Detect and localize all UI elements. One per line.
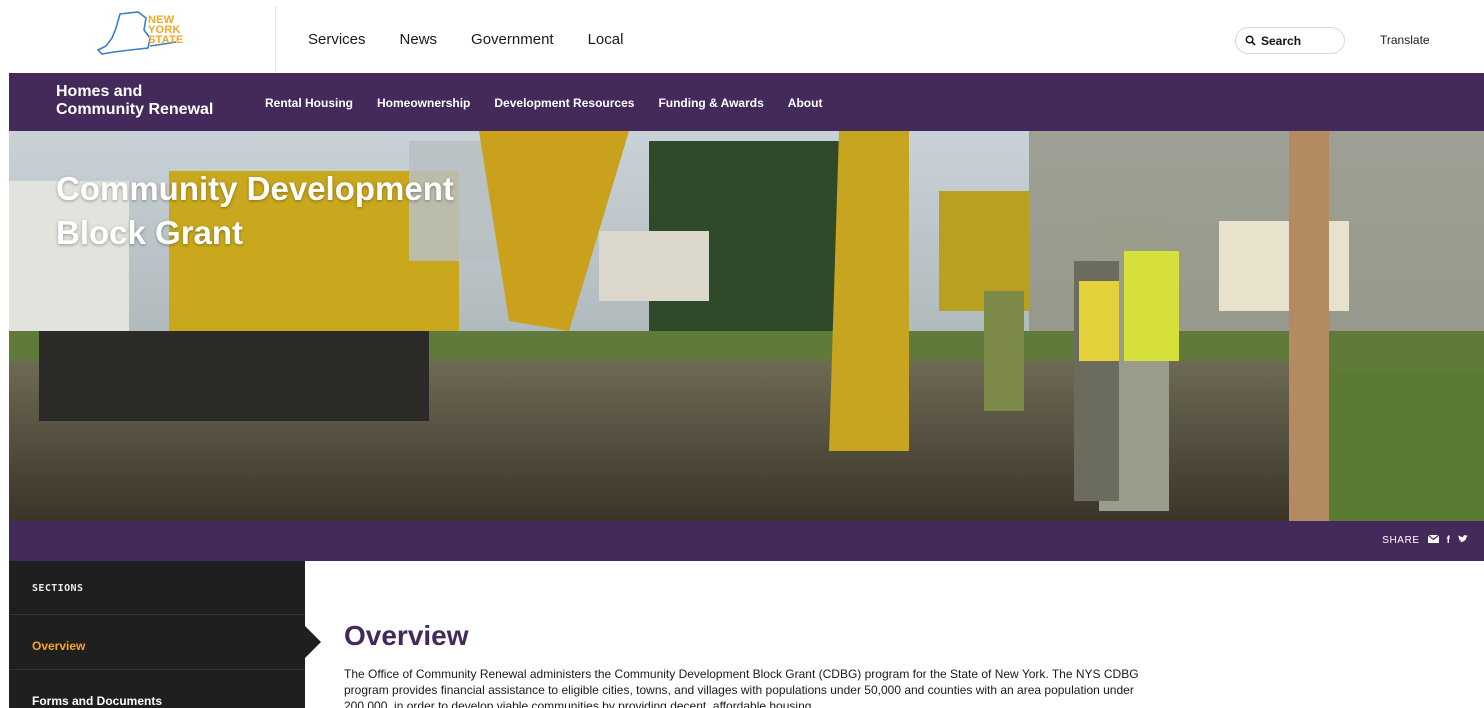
- main-content: Overview The Office of Community Renewal…: [344, 620, 1174, 708]
- active-section-arrow-icon: [305, 626, 321, 658]
- agency-nav-funding-awards[interactable]: Funding & Awards: [658, 96, 763, 110]
- translate-button[interactable]: Translate: [1380, 33, 1430, 47]
- section-title: Overview: [344, 620, 469, 651]
- agency-nav-rental-housing[interactable]: Rental Housing: [265, 96, 353, 110]
- nys-logo[interactable]: NEW YORK STATE: [90, 8, 200, 64]
- search-button[interactable]: Search: [1235, 27, 1345, 54]
- hero-banner: Community Development Block Grant: [9, 131, 1484, 521]
- sidebar-heading: SECTIONS: [9, 561, 305, 615]
- nav-local[interactable]: Local: [588, 31, 624, 48]
- twitter-icon[interactable]: [1458, 535, 1468, 546]
- search-icon: [1245, 35, 1256, 46]
- sections-sidebar: SECTIONS Overview Forms and Documents: [9, 561, 305, 708]
- facebook-icon[interactable]: f: [1447, 535, 1450, 546]
- email-icon[interactable]: [1427, 534, 1440, 546]
- sidebar-item-forms-and-documents[interactable]: Forms and Documents: [9, 670, 305, 708]
- section-body: The Office of Community Renewal administ…: [344, 667, 1139, 708]
- agency-nav-homeownership[interactable]: Homeownership: [377, 96, 470, 110]
- share-label: SHARE: [1382, 535, 1420, 546]
- search-label: Search: [1261, 33, 1302, 48]
- agency-header: Homes and Community Renewal Rental Housi…: [9, 73, 1484, 131]
- logo-wordmark: NEW YORK STATE: [148, 14, 184, 46]
- global-nav: Services News Government Local: [308, 31, 623, 48]
- share-tools: SHARE f: [1382, 534, 1468, 546]
- agency-nav-development-resources[interactable]: Development Resources: [494, 96, 634, 110]
- global-header: NEW YORK STATE Services News Government …: [0, 0, 1484, 73]
- page-title: Community Development Block Grant: [56, 170, 454, 251]
- agency-nav-about[interactable]: About: [788, 96, 823, 110]
- share-bar: SHARE f: [9, 521, 1484, 561]
- header-divider: [275, 6, 276, 72]
- agency-title[interactable]: Homes and Community Renewal: [56, 83, 213, 119]
- nav-government[interactable]: Government: [471, 31, 554, 48]
- sidebar-item-overview[interactable]: Overview: [9, 615, 305, 670]
- nav-services[interactable]: Services: [308, 31, 366, 48]
- nav-news[interactable]: News: [400, 31, 438, 48]
- agency-nav: Rental Housing Homeownership Development…: [265, 96, 822, 110]
